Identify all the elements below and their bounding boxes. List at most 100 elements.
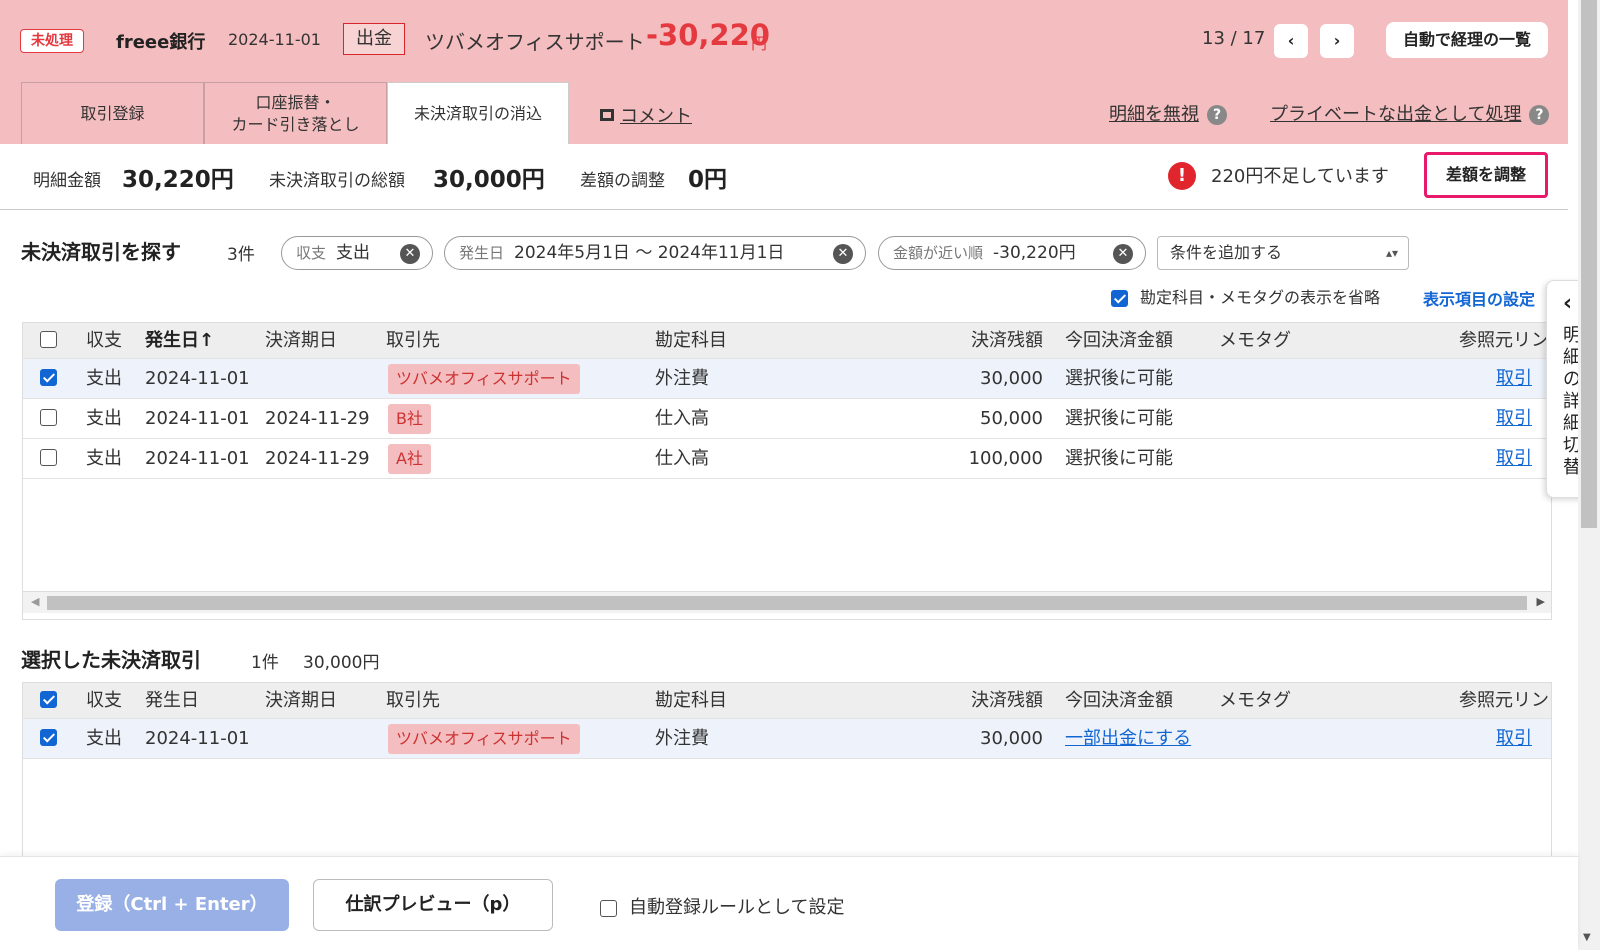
row-balance: 100,000 — [968, 448, 1043, 469]
display-settings-link[interactable]: 表示項目の設定 — [1423, 286, 1535, 310]
row-checkbox[interactable] — [40, 729, 57, 746]
prev-button[interactable]: ‹ — [1274, 24, 1308, 58]
help-icon[interactable]: ? — [1529, 105, 1550, 125]
partner-name: ツバメオフィスサポート — [425, 30, 645, 54]
partner-tag: ツバメオフィスサポート — [388, 364, 580, 394]
omit-columns-toggle[interactable]: 勘定科目・メモタグの表示を省略 — [1111, 284, 1380, 308]
row-ref-link[interactable]: 取引 — [1496, 439, 1532, 479]
partial-withdrawal-link[interactable]: 一部出金にする — [1065, 719, 1191, 759]
ignore-link[interactable]: 明細を無視? — [1109, 100, 1227, 126]
col-due: 決済期日 — [265, 690, 337, 711]
add-condition-select[interactable]: 条件を追加する ▴▾ — [1157, 236, 1409, 270]
adjust-difference-button[interactable]: 差額を調整 — [1424, 152, 1548, 198]
select-all-cell[interactable] — [40, 683, 57, 719]
chip-value: -30,220円 — [993, 243, 1076, 263]
row-checkbox-cell[interactable] — [40, 439, 57, 479]
row-ref-link[interactable]: 取引 — [1496, 719, 1532, 759]
action-footer: 登録（Ctrl + Enter） 仕訳プレビュー（p） 自動登録ルールとして設定 — [0, 856, 1578, 950]
pager-indicator: 13 / 17 — [1202, 28, 1266, 49]
tab-label: 取引登録 — [80, 103, 145, 123]
bank-name: freee銀行 — [116, 32, 206, 53]
col-memo: メモタグ — [1219, 330, 1291, 351]
auto-rule-label: 自動登録ルールとして設定 — [629, 897, 845, 918]
table-row[interactable]: 支出 2024-11-01 2024-11-29 A社 仕入高 100,000 … — [23, 439, 1551, 479]
filter-chip-date[interactable]: 発生日 2024年5月1日 〜 2024年11月1日 ✕ — [444, 236, 866, 270]
col-ref: 参照元リンク — [1459, 330, 1551, 351]
row-account: 外注費 — [655, 728, 709, 749]
private-withdrawal-link[interactable]: プライベートな出金として処理? — [1270, 100, 1550, 126]
chevron-left-icon: ‹ — [1563, 291, 1573, 316]
row-balance: 30,000 — [980, 728, 1043, 749]
tab-transfer[interactable]: 口座振替・ カード引き落とし — [204, 82, 387, 144]
table-header: 収支 発生日↑ 決済期日 取引先 勘定科目 決済残額 今回決済金額 メモタグ 参… — [23, 323, 1551, 359]
detail-amount-value: 30,220円 — [122, 167, 234, 193]
vertical-scrollbar[interactable]: ▼ — [1578, 0, 1600, 950]
col-ref: 参照元リンク — [1459, 690, 1551, 711]
horizontal-scrollbar[interactable]: ◀ ▶ — [23, 591, 1551, 613]
table-row[interactable]: 支出 2024-11-01 ツバメオフィスサポート 外注費 30,000 一部出… — [23, 719, 1551, 759]
row-type: 支出 — [86, 448, 122, 469]
select-all-checkbox[interactable] — [40, 331, 57, 348]
filter-chip-type[interactable]: 収支 支出 ✕ — [281, 236, 433, 270]
scroll-right-icon[interactable]: ▶ — [1537, 595, 1545, 608]
col-due[interactable]: 決済期日 — [265, 323, 337, 359]
register-button[interactable]: 登録（Ctrl + Enter） — [55, 879, 289, 931]
omit-label: 勘定科目・メモタグの表示を省略 — [1140, 288, 1381, 307]
results-table: 収支 発生日↑ 決済期日 取引先 勘定科目 決済残額 今回決済金額 メモタグ 参… — [22, 322, 1552, 620]
row-checkbox-cell[interactable] — [40, 719, 57, 759]
transaction-header: 未処理 freee銀行 2024-11-01 出金 ツバメオフィスサポート -3… — [0, 0, 1568, 144]
clear-icon[interactable]: ✕ — [1113, 244, 1133, 264]
tab-register[interactable]: 取引登録 — [21, 82, 204, 144]
omit-checkbox[interactable] — [1111, 290, 1128, 307]
next-button[interactable]: › — [1320, 24, 1354, 58]
scroll-down-icon[interactable]: ▼ — [1583, 932, 1591, 943]
clear-icon[interactable]: ✕ — [833, 244, 853, 264]
row-checkbox[interactable] — [40, 409, 57, 426]
row-ref-link[interactable]: 取引 — [1496, 399, 1532, 439]
col-balance[interactable]: 決済残額 — [913, 323, 1043, 359]
selected-total: 30,000円 — [303, 653, 380, 673]
auto-rule-toggle[interactable]: 自動登録ルールとして設定 — [600, 893, 844, 919]
row-pay-amount: 選択後に可能 — [1065, 368, 1173, 389]
row-checkbox-cell[interactable] — [40, 399, 57, 439]
col-memo: メモタグ — [1219, 690, 1291, 711]
chip-key: 発生日 — [459, 244, 505, 262]
select-value: 条件を追加する — [1170, 243, 1283, 262]
tab-label: 未決済取引の消込 — [413, 103, 542, 123]
table-row[interactable]: 支出 2024-11-01 2024-11-29 B社 仕入高 50,000 選… — [23, 399, 1551, 439]
table-header: 収支 発生日 決済期日 取引先 勘定科目 決済残額 今回決済金額 メモタグ 参照… — [23, 683, 1551, 719]
clear-icon[interactable]: ✕ — [400, 244, 420, 264]
col-account[interactable]: 勘定科目 — [655, 323, 727, 359]
row-date: 2024-11-01 — [145, 728, 250, 749]
chip-key: 金額が近い順 — [893, 244, 984, 262]
auto-rule-checkbox[interactable] — [600, 899, 617, 917]
detail-amount-label: 明細金額 — [33, 171, 101, 191]
row-ref-link[interactable]: 取引 — [1496, 359, 1532, 399]
search-title: 未決済取引を探す — [21, 240, 181, 264]
select-all-cell[interactable] — [40, 323, 57, 359]
row-checkbox-cell[interactable] — [40, 359, 57, 399]
row-partner: B社 — [388, 399, 431, 439]
select-all-checkbox[interactable] — [40, 691, 57, 708]
row-checkbox[interactable] — [40, 369, 57, 386]
col-partner[interactable]: 取引先 — [386, 323, 440, 359]
comment-link[interactable]: コメント — [600, 102, 692, 128]
table-row[interactable]: 支出 2024-11-01 ツバメオフィスサポート 外注費 30,000 選択後… — [23, 359, 1551, 399]
scrollbar-thumb[interactable] — [47, 596, 1527, 610]
tab-clear-unsettled[interactable]: 未決済取引の消込 — [387, 82, 569, 144]
help-icon[interactable]: ? — [1207, 105, 1227, 125]
scrollbar-thumb[interactable] — [1581, 0, 1597, 528]
col-date-sorted[interactable]: 発生日↑ — [145, 323, 214, 359]
partner-tag: A社 — [388, 444, 431, 474]
auto-accounting-list-button[interactable]: 自動で経理の一覧 — [1386, 22, 1548, 58]
scroll-left-icon[interactable]: ◀ — [31, 595, 39, 608]
row-partner: ツバメオフィスサポート — [388, 359, 580, 399]
row-type: 支出 — [86, 728, 122, 749]
filter-chip-amount-order[interactable]: 金額が近い順 -30,220円 ✕ — [878, 236, 1146, 270]
row-checkbox[interactable] — [40, 449, 57, 466]
chevron-left-icon: ‹ — [1287, 31, 1295, 50]
col-pay-amount: 今回決済金額 — [1065, 330, 1173, 351]
adjust-label: 差額の調整 — [580, 171, 665, 191]
journal-preview-button[interactable]: 仕訳プレビュー（p） — [313, 879, 553, 931]
status-badge: 未処理 — [20, 29, 84, 53]
